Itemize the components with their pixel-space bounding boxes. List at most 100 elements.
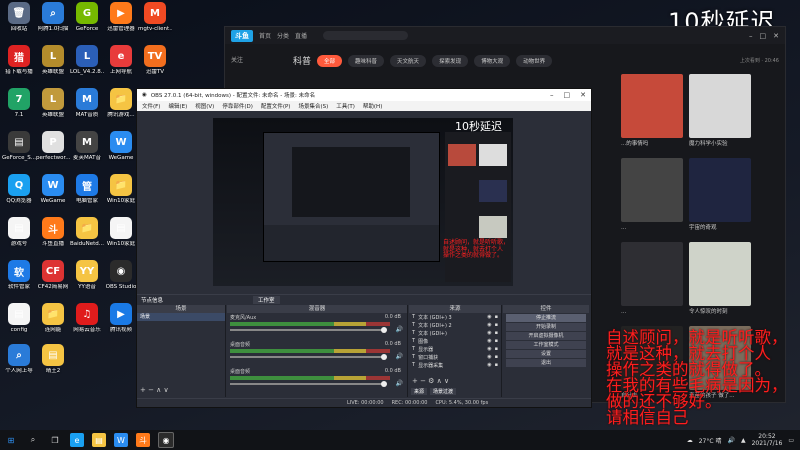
desktop-icon[interactable]: ⌕ 阿腾1.0扫描: [36, 2, 70, 32]
source-item[interactable]: T 图像 ◉ ▪: [409, 337, 501, 345]
desktop-icon[interactable]: ⌕ 个人网上导: [2, 344, 36, 374]
wegame-taskbar-icon[interactable]: W: [114, 433, 128, 447]
search-icon[interactable]: ⌕: [26, 433, 40, 447]
desktop-icon[interactable]: YY YY语音: [70, 260, 104, 290]
source-controls[interactable]: + − ⚙ ∧ ∨: [412, 377, 449, 385]
notification-icon[interactable]: ▭: [788, 437, 794, 444]
video-thumbnail[interactable]: 令人惊叹的时刻: [689, 242, 751, 315]
desktop-icon[interactable]: 📁 BaiduNetd...: [70, 217, 104, 247]
desktop-icon[interactable]: W WeGame: [36, 174, 70, 204]
category-pill[interactable]: 动物世界: [516, 54, 553, 67]
control-button[interactable]: 开始录制: [506, 323, 586, 331]
volume-icon[interactable]: 🔊: [727, 437, 734, 444]
desktop-icon[interactable]: M MAT音质: [70, 88, 104, 118]
source-item[interactable]: T 文本 (GDI+) 2 ◉ ▪: [409, 321, 501, 329]
desktop-icon[interactable]: ▤ 晴王2: [36, 344, 70, 374]
folder-taskbar-icon[interactable]: ▤: [92, 433, 106, 447]
lock-icon[interactable]: ▪: [495, 330, 498, 336]
video-thumbnail[interactable]: 魔力科学小实验: [689, 74, 751, 147]
menu-edit[interactable]: 编辑(E): [168, 102, 187, 110]
video-thumbnail[interactable]: ...: [621, 158, 683, 231]
close-icon[interactable]: ✕: [773, 32, 779, 40]
desktop-icon[interactable]: TV 迅雷TV: [138, 45, 172, 75]
control-button[interactable]: 设置: [506, 350, 586, 358]
desktop-icon[interactable]: ▤ 游戏号: [2, 217, 36, 247]
windows-start-icon[interactable]: ⊞: [4, 433, 18, 447]
visibility-eye-icon[interactable]: ◉: [487, 314, 491, 320]
desktop-icon[interactable]: 77.1: [2, 88, 36, 118]
control-button[interactable]: 开启虚拟摄像机: [506, 332, 586, 340]
desktop-icon[interactable]: L 英雄联盟: [36, 45, 70, 75]
mute-icon[interactable]: 🔊: [396, 380, 403, 387]
lock-icon[interactable]: ▪: [495, 314, 498, 320]
lock-icon[interactable]: ▪: [495, 338, 498, 344]
visibility-eye-icon[interactable]: ◉: [487, 322, 491, 328]
clock[interactable]: 20:52 2021/7/16: [752, 433, 783, 447]
menu-file[interactable]: 文件(F): [142, 102, 160, 110]
desktop-icon[interactable]: ▤ config: [2, 303, 36, 333]
category-pill[interactable]: 全部: [317, 54, 343, 67]
desktop-icon[interactable]: 管电脑管家: [70, 174, 104, 204]
control-button[interactable]: 退出: [506, 359, 586, 367]
desktop-icon[interactable]: L LOL_V4.2.8..: [70, 45, 104, 75]
visibility-eye-icon[interactable]: ◉: [487, 362, 491, 368]
desktop-icon[interactable]: ▶ 迅雷管理器: [104, 2, 138, 32]
slider-knob[interactable]: [381, 381, 387, 387]
category-pill[interactable]: 趣味科普: [348, 54, 385, 67]
maximize-icon[interactable]: □: [564, 91, 571, 99]
source-item[interactable]: T 显示器 ◉ ▪: [409, 345, 501, 353]
desktop-icon[interactable]: 📁 腾讯游戏...: [104, 88, 138, 118]
maximize-icon[interactable]: □: [760, 32, 767, 40]
obs-preview[interactable]: 10秒延迟 自述顾问，就是听听歌， 就是这种，就去打个人 操作之类的就得做了。: [213, 118, 513, 286]
video-thumbnail[interactable]: 宇宙的奇观: [689, 158, 751, 231]
tab-transitions[interactable]: 场景过渡: [430, 388, 457, 395]
source-item[interactable]: T 文本 (GDI+) ◉ ▪: [409, 329, 501, 337]
volume-slider[interactable]: [230, 327, 387, 333]
menu-scene-collection[interactable]: 场景集合(S): [298, 102, 328, 110]
volume-slider[interactable]: [230, 354, 387, 360]
desktop-icon[interactable]: 🗑 回收站: [2, 2, 36, 32]
douyu-taskbar-icon[interactable]: 斗: [136, 433, 150, 447]
video-thumbnail[interactable]: ...的事情吗: [621, 74, 683, 147]
desktop-icon[interactable]: Q QQ浏览器: [2, 174, 36, 204]
minimize-icon[interactable]: –: [550, 91, 554, 99]
lock-icon[interactable]: ▪: [495, 362, 498, 368]
desktop-icon[interactable]: L 英雄联盟: [36, 88, 70, 118]
desktop-icon[interactable]: e 上网导航: [104, 45, 138, 75]
desktop-icon[interactable]: W WeGame: [104, 131, 138, 161]
close-icon[interactable]: ✕: [580, 91, 586, 99]
lock-icon[interactable]: ▪: [495, 346, 498, 352]
mute-icon[interactable]: 🔊: [396, 353, 403, 360]
volume-slider[interactable]: [230, 381, 387, 387]
minimize-icon[interactable]: –: [749, 32, 753, 40]
category-pill[interactable]: 博物大观: [474, 54, 511, 67]
menu-help[interactable]: 帮助(H): [363, 102, 382, 110]
desktop-icon[interactable]: M 麦芙MAT音: [70, 131, 104, 161]
slider-knob[interactable]: [381, 354, 387, 360]
visibility-eye-icon[interactable]: ◉: [487, 330, 491, 336]
visibility-eye-icon[interactable]: ◉: [487, 346, 491, 352]
desktop-icon[interactable]: 猎猎下载与播: [2, 45, 36, 75]
task-view-icon[interactable]: ❐: [48, 433, 62, 447]
category-pill[interactable]: 探索发现: [432, 54, 469, 67]
desktop-icon[interactable]: ◉ OBS Studio: [104, 260, 138, 290]
menu-profile[interactable]: 配置文件(P): [261, 102, 291, 110]
category-pill[interactable]: 天文航天: [390, 54, 427, 67]
tab-sources[interactable]: 来源: [411, 388, 428, 395]
nav-tab[interactable]: 直播: [295, 31, 307, 40]
scene-item[interactable]: 场景: [137, 313, 225, 321]
source-item[interactable]: T 显示器采集 ◉ ▪: [409, 361, 501, 369]
nav-tab[interactable]: 分类: [277, 31, 289, 40]
control-button[interactable]: 工作室模式: [506, 341, 586, 349]
search-input[interactable]: [323, 31, 409, 40]
desktop-icon[interactable]: ▤ Win10家庭: [104, 217, 138, 247]
obs-taskbar-icon[interactable]: ◉: [158, 432, 174, 448]
slider-knob[interactable]: [381, 327, 387, 333]
menu-docks[interactable]: 停靠部件(D): [222, 102, 253, 110]
lock-icon[interactable]: ▪: [495, 322, 498, 328]
menu-tools[interactable]: 工具(T): [336, 102, 355, 110]
desktop-icon[interactable]: ▶ 腾讯视频: [104, 303, 138, 333]
visibility-eye-icon[interactable]: ◉: [487, 338, 491, 344]
nav-tab[interactable]: 首页: [259, 31, 271, 40]
source-item[interactable]: T 窗口捕获 ◉ ▪: [409, 353, 501, 361]
